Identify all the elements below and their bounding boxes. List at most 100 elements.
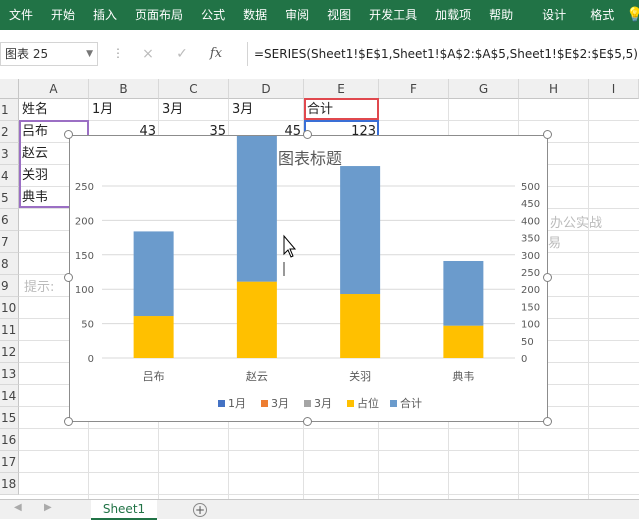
lightbulb-icon[interactable]: 💡 [626,7,639,23]
ribbon-tab[interactable]: 文件 [0,0,42,30]
chart-resize-handle[interactable] [543,130,552,139]
more-icon: ⋮ [112,46,125,60]
row-header-2[interactable]: 2 [0,121,19,143]
prev-sheet-icon[interactable]: ◀ [14,502,22,513]
legend-label: 占位 [357,396,379,410]
row-header-9[interactable]: 9 [0,275,19,297]
ribbon-tab[interactable]: 公式 [192,0,234,30]
cell-c1[interactable]: 3月 [159,100,229,120]
row-header-14[interactable]: 14 [0,385,19,407]
sheet-tab[interactable]: Sheet1 [91,500,157,520]
ribbon-tab[interactable]: 开发工具 [360,0,426,30]
chart-resize-handle[interactable] [543,417,552,426]
column-header-i[interactable]: I [589,79,639,99]
column-header-a[interactable]: A [19,79,89,99]
sheet-tab-bar: ◀ ▶ Sheet1 + [0,499,639,520]
function-icon[interactable]: fx [206,43,226,65]
mouse-cursor-icon [283,234,297,258]
row-header-18[interactable]: 18 [0,473,19,495]
row-header-5[interactable]: 5 [0,187,19,209]
column-header-e[interactable]: E [304,79,379,99]
cell-a1[interactable]: 姓名 [19,100,89,120]
bar-segment [133,231,174,317]
cancel-icon[interactable]: × [138,43,158,65]
side-text-2: 易 [548,236,562,251]
y2-tick-label: 400 [521,216,540,227]
ribbon-tab[interactable]: 视图 [318,0,360,30]
bar-segment [236,128,277,282]
chart-resize-handle[interactable] [64,130,73,139]
row-header-16[interactable]: 16 [0,429,19,451]
legend-label: 1月 [228,397,246,410]
chart-resize-handle[interactable] [64,417,73,426]
ribbon-tab[interactable]: 开始 [42,0,84,30]
bar-segment [443,260,484,326]
row-header-1[interactable]: 1 [0,99,19,121]
chart-resize-handle[interactable] [303,130,312,139]
ribbon-tab[interactable]: 数据 [234,0,276,30]
gridline [19,450,639,451]
row-header-10[interactable]: 10 [0,297,19,319]
y2-tick-label: 500 [521,182,540,193]
chart-resize-handle[interactable] [543,273,552,282]
column-header-c[interactable]: C [159,79,229,99]
enter-icon[interactable]: ✓ [172,43,192,65]
x-tick-label: 关羽 [349,369,371,383]
name-box-value: 图表 25 [5,47,49,61]
row-header-13[interactable]: 13 [0,363,19,385]
bar-segment [340,294,381,358]
range-highlight-series-name [304,98,379,120]
next-sheet-icon[interactable]: ▶ [44,502,52,513]
chart-object[interactable]: 图表标题 0 50 100 150 200 250 0 50 100 150 200 250 300 350… [69,128,548,422]
row-header-8[interactable]: 8 [0,253,19,275]
chevron-down-icon[interactable]: ▼ [86,43,93,65]
y-tick-label: 0 [88,354,94,365]
y2-tick-label: 250 [521,268,540,279]
ribbon-tab[interactable]: 插入 [84,0,126,30]
row-header-4[interactable]: 4 [0,165,19,187]
y-tick-label: 50 [81,320,94,331]
gridline [19,472,639,473]
chart-resize-handle[interactable] [64,273,73,282]
row-header-12[interactable]: 12 [0,341,19,363]
column-header-d[interactable]: D [229,79,304,99]
bar-segment [340,166,381,295]
legend-swatch [347,400,354,407]
ribbon-context-tab[interactable]: 设计 [530,0,578,30]
ribbon-tab[interactable]: 审阅 [276,0,318,30]
legend-label: 合计 [400,396,422,410]
chart-resize-handle[interactable] [303,417,312,426]
legend-swatch [304,400,311,407]
name-box[interactable]: 图表 25 ▼ [0,42,98,66]
row-header-6[interactable]: 6 [0,209,19,231]
bar-segment [443,325,484,358]
hint-text: 提示: [24,280,55,295]
cell-d1[interactable]: 3月 [229,100,304,120]
ribbon-tab[interactable]: 加载项 [426,0,480,30]
row-header-11[interactable]: 11 [0,319,19,341]
select-all-corner[interactable] [0,79,19,99]
row-header-17[interactable]: 17 [0,451,19,473]
column-header-b[interactable]: B [89,79,159,99]
y2-tick-label: 450 [521,199,540,210]
column-header-g[interactable]: G [449,79,519,99]
cell-b1[interactable]: 1月 [89,100,159,120]
ribbon-context-tab[interactable]: 格式 [578,0,626,30]
formula-bar: 图表 25 ▼ ⋮ × ✓ fx =SERIES(Sheet1!$E$1,She… [0,38,639,70]
legend-swatch [390,400,397,407]
gridline [588,99,589,499]
add-sheet-icon[interactable]: + [193,503,207,517]
row-header-3[interactable]: 3 [0,143,19,165]
x-tick-label: 典韦 [452,369,474,383]
y2-tick-label: 50 [521,337,534,348]
chart-title: 图表标题 [278,149,342,168]
ribbon-tab[interactable]: 页面布局 [126,0,192,30]
formula-input[interactable]: =SERIES(Sheet1!$E$1,Sheet1!$A$2:$A$5,She… [247,42,639,66]
row-header-15[interactable]: 15 [0,407,19,429]
column-header-h[interactable]: H [519,79,589,99]
column-header-f[interactable]: F [379,79,449,99]
row-header-7[interactable]: 7 [0,231,19,253]
ribbon-tab[interactable]: 帮助 [480,0,522,30]
y-tick-label: 250 [75,182,94,193]
y2-tick-label: 350 [521,234,540,245]
